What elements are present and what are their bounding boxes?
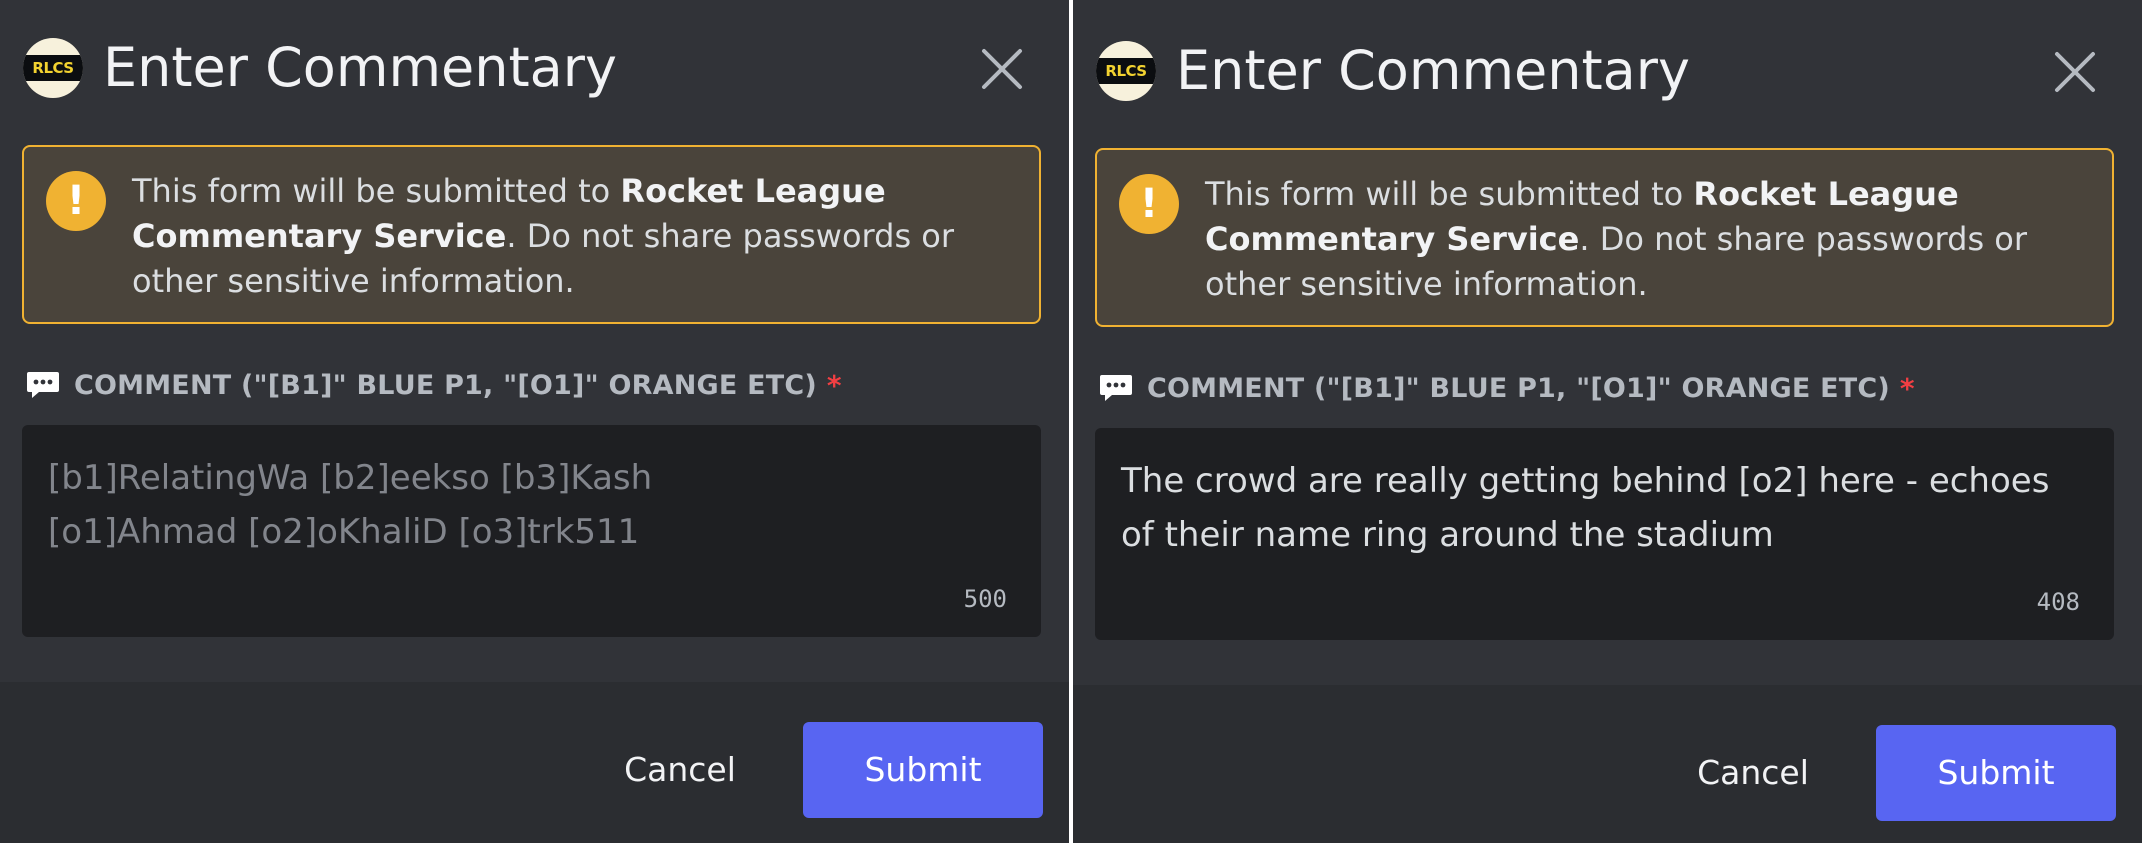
external-form-warning: ! This form will be submitted to Rocket …	[1095, 148, 2114, 327]
modal-footer: Cancel Submit	[1073, 685, 2142, 843]
modal-header: RLCS Enter Commentary	[1096, 39, 1690, 103]
submit-button[interactable]: Submit	[803, 722, 1043, 818]
warning-text: This form will be submitted to Rocket Le…	[1205, 175, 2028, 303]
modal-title: Enter Commentary	[103, 36, 617, 99]
comment-input[interactable]: [b1]RelatingWa [b2]eekso [b3]Kash [o1]Ah…	[22, 425, 1041, 637]
chat-bubble-icon	[1100, 375, 1132, 401]
modal-footer: Cancel Submit	[0, 682, 1069, 843]
warning-icon: !	[1119, 174, 1179, 234]
chat-bubble-icon	[27, 372, 59, 398]
commentary-modal-filled: RLCS Enter Commentary ! This form will b…	[1073, 0, 2142, 843]
character-counter: 408	[2036, 588, 2080, 616]
comment-value: The crowd are really getting behind [o2]…	[1121, 461, 2050, 555]
close-icon[interactable]	[2051, 48, 2099, 96]
cancel-button[interactable]: Cancel	[580, 722, 780, 818]
comment-field-label: COMMENT ("[B1]" BLUE P1, "[O1]" ORANGE E…	[26, 367, 842, 403]
required-marker: *	[1899, 371, 1915, 405]
logo-text: RLCS	[32, 59, 74, 77]
warning-text: This form will be submitted to Rocket Le…	[132, 172, 955, 300]
close-icon[interactable]	[978, 45, 1026, 93]
rlcs-logo-icon: RLCS	[1096, 41, 1156, 101]
external-form-warning: ! This form will be submitted to Rocket …	[22, 145, 1041, 324]
comment-input[interactable]: The crowd are really getting behind [o2]…	[1095, 428, 2114, 640]
rlcs-logo-icon: RLCS	[23, 38, 83, 98]
required-marker: *	[826, 368, 842, 402]
label-text: COMMENT ("[B1]" BLUE P1, "[O1]" ORANGE E…	[74, 369, 817, 401]
screenshot: RLCS Enter Commentary ! This form will b…	[0, 0, 2143, 843]
comment-field-label: COMMENT ("[B1]" BLUE P1, "[O1]" ORANGE E…	[1099, 370, 1915, 406]
modal-title: Enter Commentary	[1176, 39, 1690, 102]
commentary-modal-empty: RLCS Enter Commentary ! This form will b…	[0, 0, 1069, 843]
label-text: COMMENT ("[B1]" BLUE P1, "[O1]" ORANGE E…	[1147, 372, 1890, 404]
warning-icon: !	[46, 171, 106, 231]
modal-header: RLCS Enter Commentary	[23, 36, 617, 100]
cancel-button[interactable]: Cancel	[1653, 725, 1853, 821]
submit-button[interactable]: Submit	[1876, 725, 2116, 821]
logo-text: RLCS	[1105, 62, 1147, 80]
comment-placeholder: [b1]RelatingWa [b2]eekso [b3]Kash [o1]Ah…	[48, 458, 653, 552]
character-counter: 500	[963, 585, 1007, 613]
